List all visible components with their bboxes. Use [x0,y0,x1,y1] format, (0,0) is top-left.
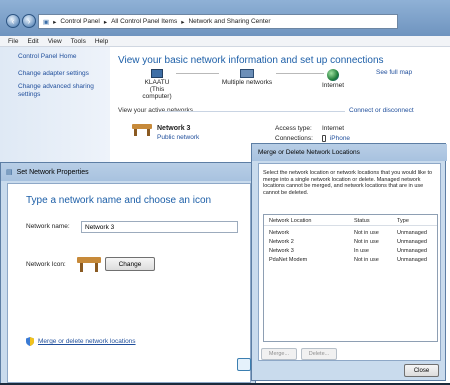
merge-button[interactable]: Merge... [261,348,297,360]
map-internet: Internet [316,69,350,89]
location-status: Not in use [354,230,379,236]
access-type-label: Access type: [275,125,312,132]
merge-delete-locations-link[interactable]: Merge or delete network locations [38,338,136,345]
menu-tools[interactable]: Tools [71,38,86,45]
computer-icon [151,69,163,78]
dialog-heading: Type a network name and choose an icon [26,195,212,206]
column-network-location[interactable]: Network Location [269,218,312,224]
network-name-label: Network name: [26,223,70,230]
address-bar[interactable]: ▣ ▸ Control Panel ▸ All Control Panel It… [38,14,398,29]
see-full-map-link[interactable]: See full map [376,69,412,76]
connection-iphone-link[interactable]: iPhone [322,135,350,142]
shield-icon [26,337,34,346]
networks-label: Multiple networks [221,79,273,86]
menu-view[interactable]: View [48,38,62,45]
list-item[interactable]: Network 2 Not in use Unmanaged [264,239,437,247]
location-name: Network 3 [269,248,294,254]
ok-button[interactable] [237,358,251,371]
connect-or-disconnect-link[interactable]: Connect or disconnect [349,107,414,114]
multiple-networks-icon [240,69,254,78]
network-location-list[interactable]: Network Location Status Type Network Not… [263,214,438,342]
dialog-titlebar: ▤ Set Network Properties [1,163,257,181]
dialog-titlebar: Merge or Delete Network Locations [252,144,447,161]
list-header: Network Location Status Type [264,215,437,226]
dialog-title: Set Network Properties [16,168,89,176]
breadcrumb-separator: ▸ [103,18,108,26]
phone-icon [322,135,326,142]
breadcrumb-separator: ▸ [181,18,185,26]
list-item[interactable]: Network Not in use Unmanaged [264,230,437,238]
menu-bar: File Edit View Tools Help [0,36,450,47]
computer-name: KLAATU [144,79,170,86]
menu-edit[interactable]: Edit [27,38,38,45]
internet-label: Internet [321,82,345,89]
network-bench-icon[interactable] [132,122,152,136]
location-status: Not in use [354,257,379,263]
close-button[interactable]: Close [404,364,439,377]
location-name: Network [269,230,290,236]
map-networks: Multiple networks [217,69,277,86]
set-network-properties-dialog: ▤ Set Network Properties Type a network … [0,162,257,385]
breadcrumb-control-panel[interactable]: Control Panel [60,18,99,25]
computer-subtitle: (This computer) [142,86,172,100]
breadcrumb-network-sharing[interactable]: Network and Sharing Center [188,18,270,25]
network-icon: ▤ [6,169,13,176]
column-status[interactable]: Status [354,218,370,224]
dialog-body: Type a network name and choose an icon N… [7,183,251,383]
list-item[interactable]: PdaNet Modem Not in use Unmanaged [264,257,437,265]
list-item[interactable]: Network 3 In use Unmanaged [264,248,437,256]
back-icon[interactable]: ‹ [6,14,20,28]
column-type[interactable]: Type [397,218,409,224]
location-status: In use [354,248,369,254]
location-status: Not in use [354,239,379,245]
location-type: Unmanaged [397,248,427,254]
merge-delete-dialog: Merge or Delete Network Locations Select… [251,143,447,381]
breadcrumb-separator: ▸ [53,18,57,26]
dialog-title: Merge or Delete Network Locations [258,149,360,156]
divider [160,111,345,112]
change-icon-button[interactable]: Change [105,257,155,271]
change-adapter-settings-link[interactable]: Change adapter settings [18,70,108,78]
folder-icon: ▣ [43,18,50,26]
map-computer: KLAATU (This computer) [137,69,177,100]
location-name: PdaNet Modem [269,257,308,263]
menu-file[interactable]: File [8,38,18,45]
dialog-body: Select the network location or network l… [258,163,441,361]
active-network-name: Network 3 [157,125,191,132]
dialog-description: Select the network location or network l… [263,170,433,196]
window-titlebar: ‹ › ▣ ▸ Control Panel ▸ All Control Pane… [0,0,450,36]
connection-name: iPhone [329,135,351,143]
control-panel-home-link[interactable]: Control Panel Home [18,53,108,61]
location-type: Unmanaged [397,257,427,263]
location-type: Unmanaged [397,239,427,245]
bench-icon [77,254,101,272]
location-type: Unmanaged [397,230,427,236]
location-name: Network 2 [269,239,294,245]
network-name-input[interactable] [81,221,238,233]
page-title: View your basic network information and … [118,55,384,66]
network-icon-label: Network Icon: [26,261,66,268]
access-type-value: Internet [322,125,345,132]
globe-icon [327,69,339,81]
delete-button[interactable]: Delete... [301,348,337,360]
menu-help[interactable]: Help [95,38,108,45]
map-connector [176,73,219,74]
forward-icon[interactable]: › [22,14,36,28]
network-type-link[interactable]: Public network [157,134,199,141]
connections-label: Connections: [275,135,313,142]
breadcrumb-all-items[interactable]: All Control Panel Items [111,18,177,25]
change-advanced-sharing-link[interactable]: Change advanced sharing settings [18,83,108,99]
